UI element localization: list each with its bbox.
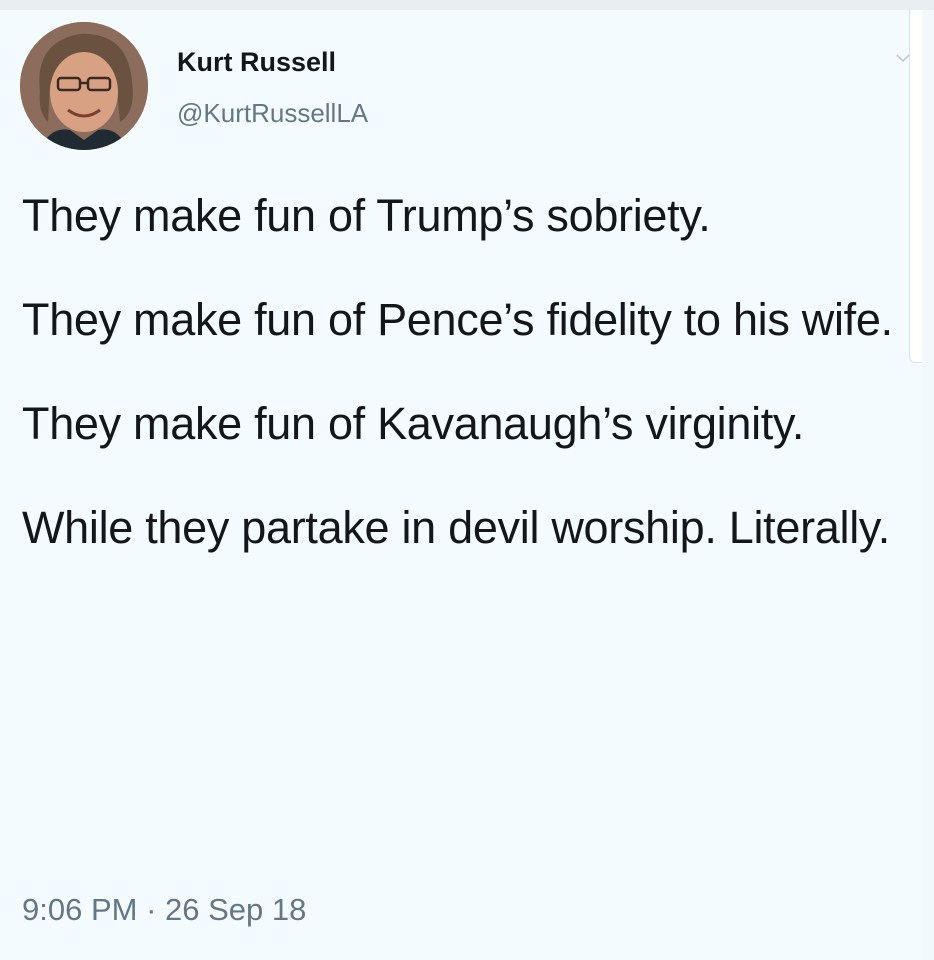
top-border (0, 0, 934, 10)
tweet-text: They make fun of Trump’s sobriety. They … (22, 182, 902, 598)
tweet-paragraph: While they partake in devil worship. Lit… (22, 502, 890, 553)
profile-photo-icon (20, 22, 148, 150)
tweet-paragraph: They make fun of Trump’s sobriety. (22, 190, 711, 241)
avatar[interactable] (20, 22, 148, 150)
tweet-paragraph: They make fun of Pence’s fidelity to his… (22, 294, 893, 345)
chevron-down-icon[interactable] (895, 50, 911, 66)
tweet-timestamp[interactable]: 9:06 PM · 26 Sep 18 (22, 892, 306, 928)
tweet-card: Kurt Russell @KurtRussellLA They make fu… (0, 10, 922, 960)
timestamp-separator: · (146, 892, 157, 927)
tweet-time: 9:06 PM (22, 892, 138, 927)
tweet-paragraph: They make fun of Kavanaugh’s virginity. (22, 398, 805, 449)
author-name[interactable]: Kurt Russell (177, 47, 336, 78)
author-handle[interactable]: @KurtRussellLA (177, 98, 368, 129)
tweet-date: 26 Sep 18 (165, 892, 307, 927)
